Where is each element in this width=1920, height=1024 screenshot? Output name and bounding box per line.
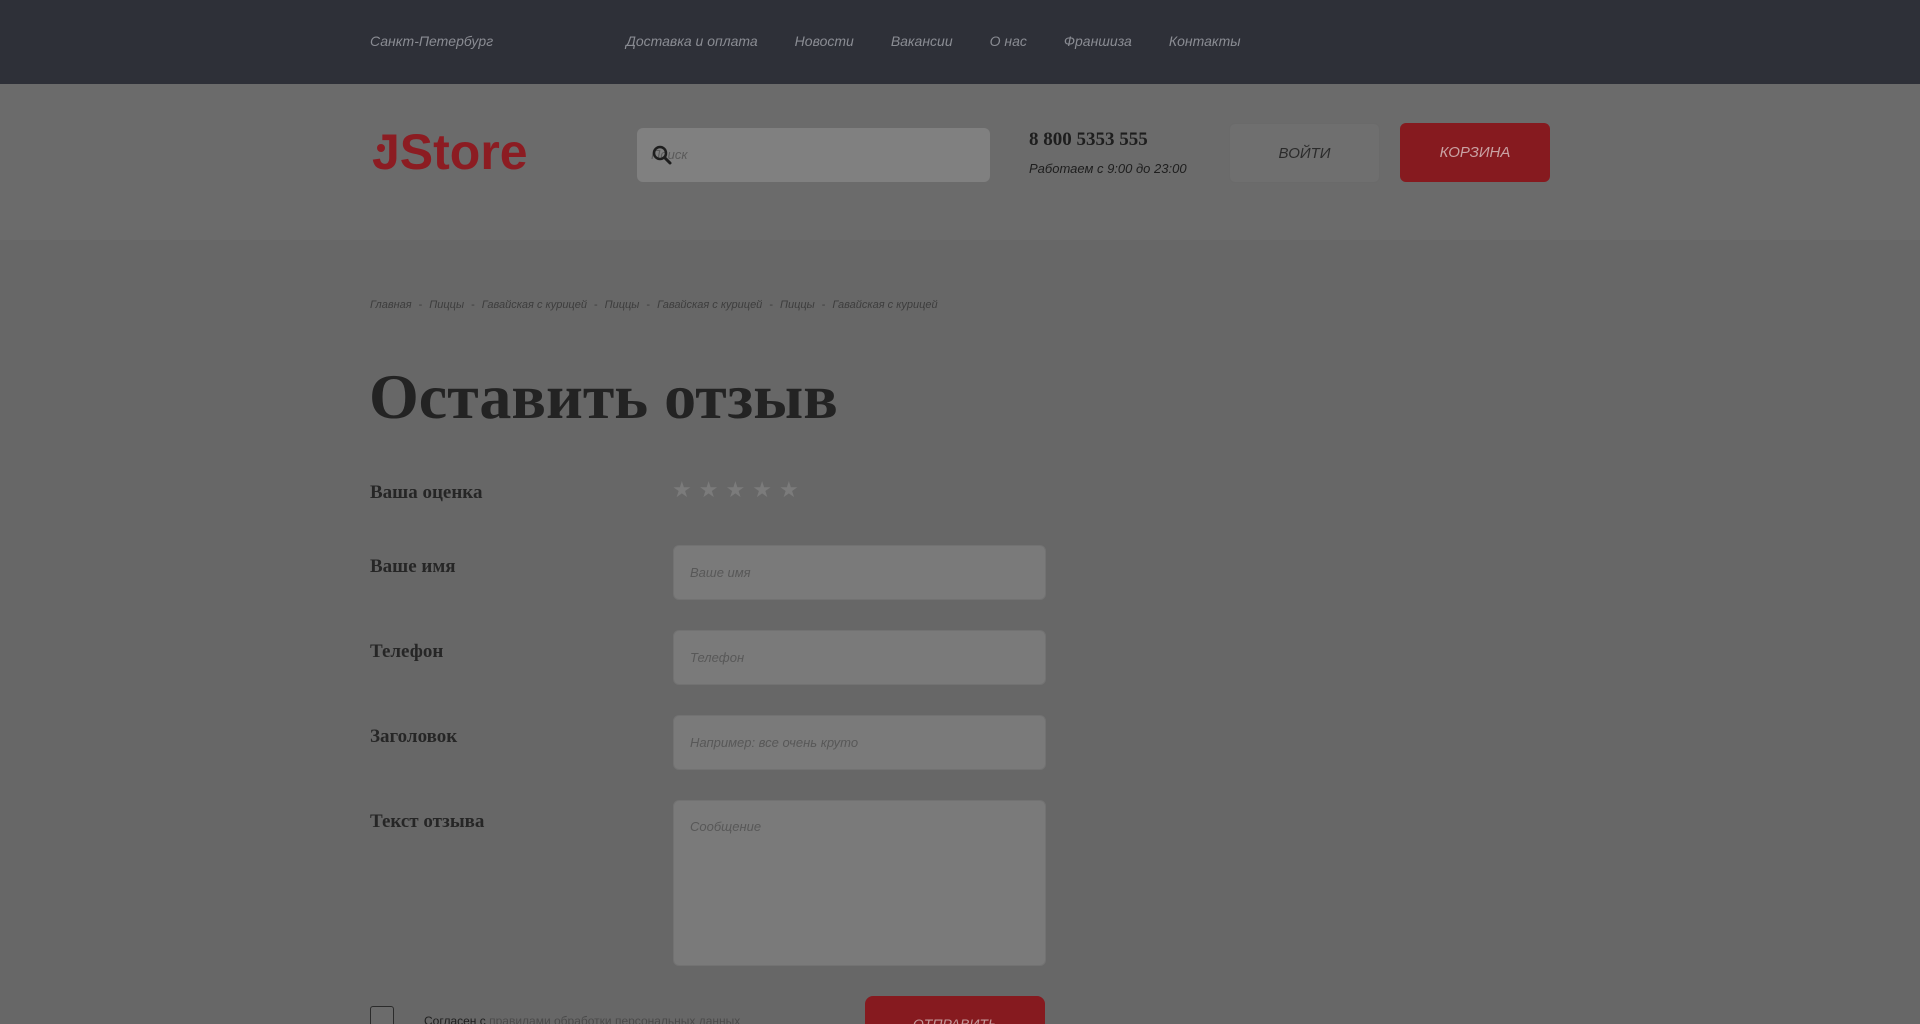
login-button[interactable]: ВОЙТИ	[1229, 123, 1380, 183]
review-textarea[interactable]: Сообщение	[673, 800, 1046, 966]
star-icon[interactable]: ★	[699, 479, 719, 501]
nav-franchise[interactable]: Франшиза	[1064, 33, 1132, 49]
breadcrumb: Главная - Пиццы - Гавайская с курицей - …	[370, 299, 938, 311]
consent-prefix: Согласен с	[424, 1014, 486, 1024]
breadcrumb-separator: -	[769, 299, 773, 311]
cart-button[interactable]: КОРЗИНА	[1400, 123, 1550, 182]
subject-placeholder: Например: все очень круто	[690, 735, 859, 750]
breadcrumb-item[interactable]: Пиццы	[605, 299, 640, 311]
city-selector[interactable]: Санкт-Петербург	[370, 33, 493, 49]
logo-text: JStore	[372, 126, 528, 180]
nav-delivery[interactable]: Доставка и оплата	[626, 33, 758, 49]
rating-stars[interactable]: ★ ★ ★ ★ ★	[672, 479, 799, 501]
phone-label: Телефон	[370, 641, 444, 662]
breadcrumb-separator: -	[593, 299, 598, 311]
logo[interactable]: JStore	[370, 124, 552, 182]
breadcrumb-separator: -	[646, 299, 651, 311]
phone-number[interactable]: 8 800 5353 555	[1029, 129, 1148, 151]
name-label: Ваше имя	[370, 556, 456, 577]
consent-text: Согласен с правилами обработки персональ…	[424, 1014, 740, 1024]
breadcrumb-item-current: Гавайская с курицей	[832, 299, 938, 311]
nav-contacts[interactable]: Контакты	[1169, 33, 1241, 49]
phone-placeholder: Телефон	[690, 650, 745, 665]
submit-button[interactable]: ОТПРАВИТЬ	[865, 996, 1045, 1024]
subject-label: Заголовок	[370, 726, 458, 747]
nav-news[interactable]: Новости	[795, 33, 854, 49]
breadcrumb-item[interactable]: Пиццы	[429, 299, 464, 311]
search-input[interactable]: Поиск	[637, 128, 990, 182]
name-placeholder: Ваше имя	[690, 565, 751, 580]
review-text-label: Текст отзыва	[370, 811, 485, 832]
breadcrumb-item[interactable]: Главная	[370, 299, 412, 311]
nav-vacancies[interactable]: Вакансии	[891, 33, 953, 49]
star-icon[interactable]: ★	[725, 479, 745, 501]
breadcrumb-separator: -	[821, 299, 826, 311]
breadcrumb-item[interactable]: Гавайская с курицей	[482, 299, 587, 311]
breadcrumb-separator: -	[471, 299, 475, 311]
name-field[interactable]: Ваше имя	[673, 545, 1046, 600]
star-icon[interactable]: ★	[752, 479, 772, 501]
top-bar: Санкт-Петербург Доставка и оплата Новост…	[0, 0, 1920, 84]
search-icon[interactable]	[651, 144, 673, 166]
nav-about[interactable]: О нас	[990, 33, 1027, 49]
breadcrumb-separator: -	[418, 299, 423, 311]
breadcrumb-item[interactable]: Пиццы	[780, 299, 815, 311]
star-icon[interactable]: ★	[672, 479, 692, 501]
phone-field[interactable]: Телефон	[673, 630, 1046, 685]
rating-label: Ваша оценка	[370, 482, 483, 503]
star-icon[interactable]: ★	[779, 479, 799, 501]
consent-checkbox[interactable]	[370, 1006, 394, 1024]
working-hours: Работаем с 9:00 до 23:00	[1029, 161, 1187, 176]
page-title: Оставить отзыв	[369, 361, 838, 432]
subject-field[interactable]: Например: все очень круто	[673, 715, 1046, 770]
breadcrumb-item[interactable]: Гавайская с курицей	[657, 299, 762, 311]
top-nav: Доставка и оплата Новости Вакансии О нас…	[626, 33, 1278, 49]
consent-link[interactable]: правилами обработки персональных данных	[489, 1014, 740, 1024]
header: JStore Поиск 8 800 5353 555 Работаем с 9…	[0, 84, 1920, 240]
review-placeholder: Сообщение	[690, 819, 762, 834]
